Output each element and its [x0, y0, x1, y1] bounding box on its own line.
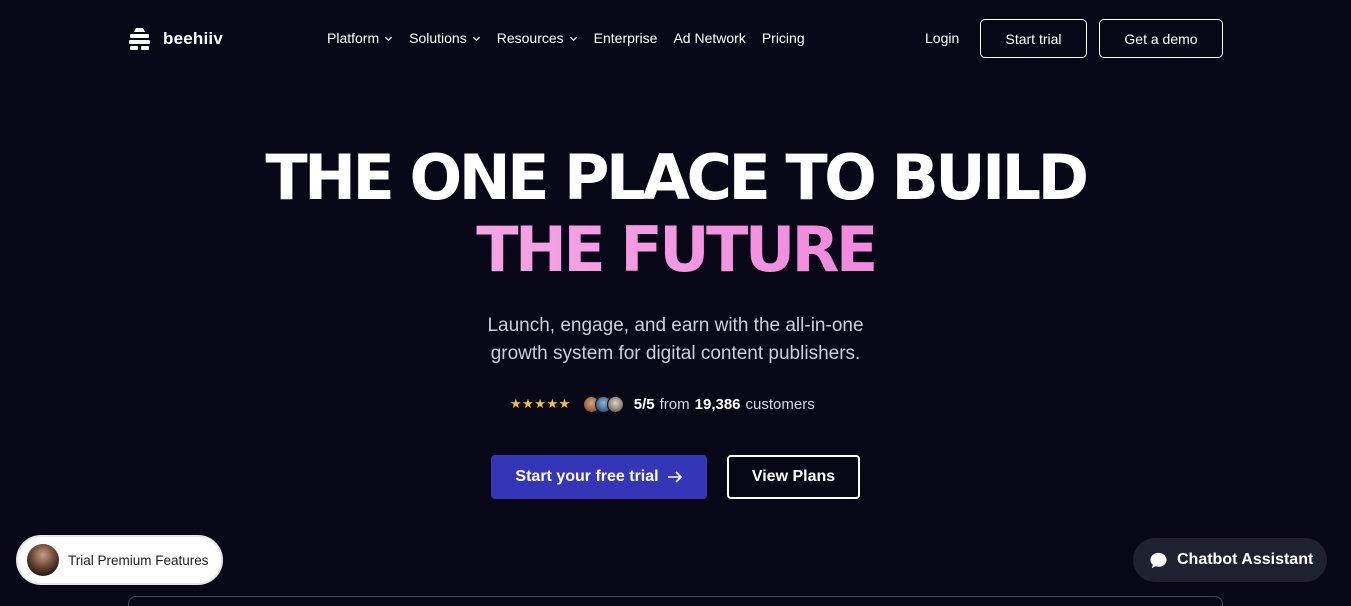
start-free-trial-label: Start your free trial	[515, 468, 659, 485]
nav-platform[interactable]: Platform	[327, 30, 393, 46]
customer-avatars	[582, 395, 624, 413]
nav-pricing-label: Pricing	[761, 30, 805, 46]
top-nav: beehiiv Platform Solutions Resources Ent…	[0, 19, 1351, 59]
get-demo-button[interactable]: Get a demo	[1099, 19, 1223, 58]
chevron-down-icon	[385, 36, 393, 41]
hero-headline-line1: THE ONE PLACE TO BUILD	[265, 141, 1089, 214]
nav-ad-network-label: Ad Network	[673, 30, 746, 46]
main-menu: Platform Solutions Resources Enterprise …	[327, 30, 805, 46]
start-trial-button[interactable]: Start trial	[980, 19, 1087, 58]
avatar	[606, 395, 624, 413]
trial-premium-chip[interactable]: Trial Premium Features	[16, 535, 223, 585]
hero-headline-line2: THE FUTURE	[0, 219, 1351, 281]
arrow-right-icon	[667, 471, 682, 483]
nav-enterprise-label: Enterprise	[593, 30, 658, 46]
chatbot-label: Chatbot Assistant	[1177, 551, 1314, 568]
preview-frame	[128, 596, 1223, 606]
logo-link[interactable]: beehiiv	[128, 27, 223, 50]
nav-platform-label: Platform	[327, 30, 380, 46]
hero-subtitle-line1: Launch, engage, and earn with the all-in…	[487, 315, 864, 336]
chevron-down-icon	[569, 36, 577, 41]
rating-row: ★★★★★ 5/5 from 19,386 customers	[510, 393, 815, 415]
rating-count: 19,386	[694, 395, 741, 413]
chevron-down-icon	[472, 36, 480, 41]
nav-ad-network[interactable]: Ad Network	[673, 30, 745, 46]
nav-solutions-label: Solutions	[409, 30, 467, 46]
chat-bubble-icon	[1150, 552, 1167, 568]
login-link[interactable]: Login	[925, 30, 959, 46]
nav-enterprise[interactable]: Enterprise	[594, 30, 658, 46]
nav-pricing[interactable]: Pricing	[762, 30, 805, 46]
beehiiv-logo-icon	[129, 28, 150, 50]
logo-text: beehiiv	[163, 28, 223, 48]
rating-suffix: customers	[745, 395, 815, 413]
avatar	[27, 544, 59, 576]
rating-from: from	[659, 395, 690, 413]
hero-subtitle-line2: growth system for digital content publis…	[490, 343, 861, 364]
page: beehiiv Platform Solutions Resources Ent…	[0, 0, 1351, 606]
rating-score: 5/5	[633, 395, 655, 413]
nav-resources[interactable]: Resources	[497, 30, 578, 46]
view-plans-button[interactable]: View Plans	[727, 455, 860, 499]
star-rating-icon: ★★★★★	[510, 396, 571, 411]
start-free-trial-button[interactable]: Start your free trial	[491, 455, 707, 499]
chatbot-assistant-button[interactable]: Chatbot Assistant	[1133, 538, 1327, 582]
nav-resources-label: Resources	[496, 30, 564, 46]
trial-premium-label: Trial Premium Features	[68, 552, 209, 568]
nav-solutions[interactable]: Solutions	[409, 30, 481, 46]
